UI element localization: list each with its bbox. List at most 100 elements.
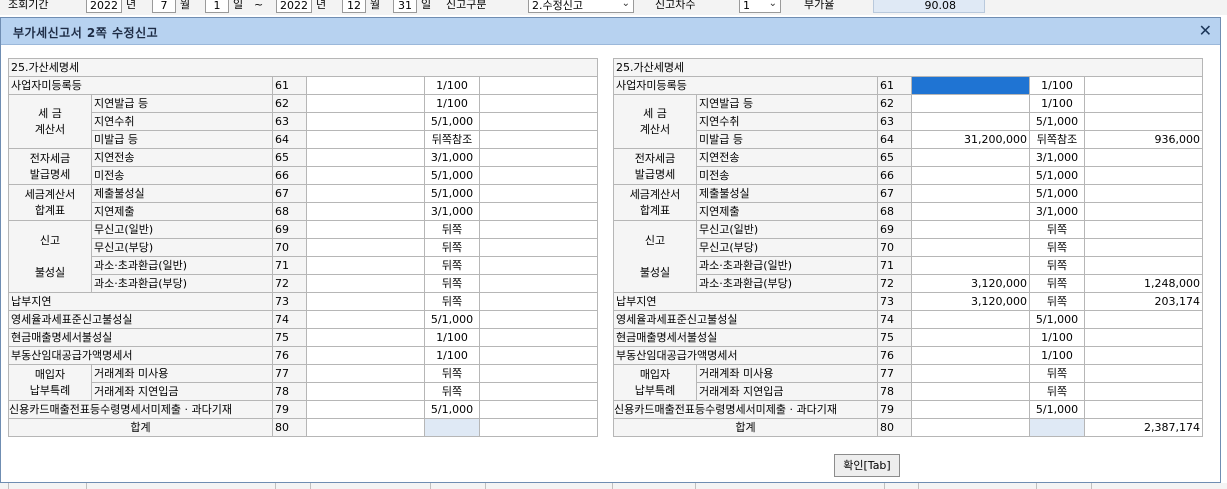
rate-cell: 3/1,000 bbox=[1029, 148, 1085, 167]
amount-cell[interactable] bbox=[306, 94, 425, 113]
rate-cell: 뒤쪽참조 bbox=[424, 130, 480, 149]
amount-cell[interactable] bbox=[306, 202, 425, 221]
to-month-input[interactable]: 12 bbox=[342, 0, 366, 13]
tax-cell[interactable] bbox=[1084, 76, 1203, 95]
amount-cell[interactable] bbox=[911, 184, 1030, 203]
amount-cell[interactable] bbox=[911, 112, 1030, 131]
tax-cell[interactable]: 936,000 bbox=[1084, 130, 1203, 149]
amount-cell[interactable] bbox=[911, 364, 1030, 383]
amount-cell-selected[interactable] bbox=[911, 76, 1030, 95]
tax-cell[interactable] bbox=[1084, 94, 1203, 113]
row-code: 74 bbox=[877, 310, 912, 329]
amount-cell[interactable] bbox=[306, 256, 425, 275]
tax-cell[interactable]: 1,248,000 bbox=[1084, 274, 1203, 293]
tax-cell[interactable] bbox=[479, 238, 598, 257]
amount-cell[interactable] bbox=[306, 130, 425, 149]
tax-cell[interactable] bbox=[1084, 310, 1203, 329]
tax-cell[interactable] bbox=[479, 364, 598, 383]
ok-button[interactable]: 확인[Tab] bbox=[834, 454, 900, 477]
amount-cell[interactable] bbox=[911, 220, 1030, 239]
from-month-input[interactable]: 7 bbox=[152, 0, 176, 13]
amount-cell[interactable] bbox=[306, 184, 425, 203]
amount-cell[interactable] bbox=[306, 274, 425, 293]
tax-cell[interactable] bbox=[479, 220, 598, 239]
amount-cell[interactable] bbox=[911, 166, 1030, 185]
amount-cell[interactable] bbox=[306, 346, 425, 365]
tax-cell[interactable] bbox=[1084, 256, 1203, 275]
total-row: 합계 80 bbox=[8, 418, 598, 437]
row-label: 지연발급 등 bbox=[696, 94, 878, 113]
report-type-select[interactable]: 2.수정신고 ⌄ bbox=[528, 0, 634, 13]
amount-cell[interactable] bbox=[911, 94, 1030, 113]
from-year-input[interactable]: 2022 bbox=[86, 0, 122, 13]
to-year-input[interactable]: 2022 bbox=[276, 0, 312, 13]
row-code: 62 bbox=[272, 94, 307, 113]
tax-cell[interactable] bbox=[479, 256, 598, 275]
amount-cell[interactable]: 3,120,000 bbox=[911, 292, 1030, 311]
tax-cell[interactable] bbox=[1084, 148, 1203, 167]
amount-cell[interactable] bbox=[911, 346, 1030, 365]
amount-cell[interactable] bbox=[306, 76, 425, 95]
tax-cell[interactable] bbox=[479, 130, 598, 149]
amount-cell[interactable] bbox=[306, 292, 425, 311]
tax-cell[interactable]: 203,174 bbox=[1084, 292, 1203, 311]
tax-cell[interactable] bbox=[479, 382, 598, 401]
tax-cell[interactable] bbox=[479, 94, 598, 113]
tax-cell[interactable] bbox=[479, 292, 598, 311]
amount-cell[interactable] bbox=[306, 310, 425, 329]
tax-cell[interactable] bbox=[1084, 364, 1203, 383]
row-code: 80 bbox=[272, 418, 307, 437]
amount-cell[interactable] bbox=[306, 238, 425, 257]
tax-cell[interactable] bbox=[1084, 328, 1203, 347]
to-day-input[interactable]: 31 bbox=[393, 0, 417, 13]
close-icon[interactable]: ✕ bbox=[1199, 21, 1212, 40]
group-label-invoice: 세 금 계산서 bbox=[8, 94, 92, 149]
amount-cell[interactable] bbox=[306, 328, 425, 347]
amount-cell[interactable] bbox=[306, 220, 425, 239]
amount-cell[interactable] bbox=[911, 238, 1030, 257]
amount-cell[interactable]: 3,120,000 bbox=[911, 274, 1030, 293]
report-seq-select[interactable]: 1 ⌄ bbox=[739, 0, 781, 13]
amount-cell[interactable] bbox=[911, 400, 1030, 419]
amount-cell[interactable] bbox=[911, 148, 1030, 167]
amount-cell[interactable] bbox=[306, 364, 425, 383]
table-row: 지연제출 68 3/1,000 bbox=[614, 202, 1203, 221]
tax-cell[interactable] bbox=[1084, 346, 1203, 365]
tax-cell[interactable] bbox=[479, 328, 598, 347]
amount-cell[interactable] bbox=[306, 382, 425, 401]
amount-cell[interactable] bbox=[306, 166, 425, 185]
tax-cell[interactable] bbox=[479, 76, 598, 95]
tax-cell[interactable] bbox=[479, 112, 598, 131]
tax-cell[interactable] bbox=[479, 166, 598, 185]
rate-cell: 1/100 bbox=[424, 328, 480, 347]
tax-cell[interactable] bbox=[1084, 400, 1203, 419]
amount-cell[interactable]: 31,200,000 bbox=[911, 130, 1030, 149]
amount-cell[interactable] bbox=[911, 382, 1030, 401]
rate-cell: 뒤쪽 bbox=[424, 364, 480, 383]
tax-cell[interactable] bbox=[1084, 382, 1203, 401]
amount-cell[interactable] bbox=[911, 328, 1030, 347]
amount-cell[interactable] bbox=[306, 148, 425, 167]
row-label: 미발급 등 bbox=[696, 130, 878, 149]
tax-cell[interactable] bbox=[1084, 220, 1203, 239]
amount-cell[interactable] bbox=[911, 310, 1030, 329]
tax-cell[interactable] bbox=[1084, 184, 1203, 203]
tax-cell[interactable] bbox=[479, 310, 598, 329]
amount-cell[interactable] bbox=[306, 400, 425, 419]
row-code: 78 bbox=[272, 382, 307, 401]
tax-cell[interactable] bbox=[479, 274, 598, 293]
amount-cell[interactable] bbox=[306, 112, 425, 131]
tax-cell[interactable] bbox=[479, 400, 598, 419]
tax-cell[interactable] bbox=[479, 184, 598, 203]
row-label: 영세율과세표준신고불성실 bbox=[8, 310, 273, 329]
tax-cell[interactable] bbox=[1084, 166, 1203, 185]
tax-cell[interactable] bbox=[479, 202, 598, 221]
tax-cell[interactable] bbox=[1084, 238, 1203, 257]
from-day-input[interactable]: 1 bbox=[205, 0, 229, 13]
amount-cell[interactable] bbox=[911, 256, 1030, 275]
tax-cell[interactable] bbox=[479, 346, 598, 365]
tax-cell[interactable] bbox=[479, 148, 598, 167]
amount-cell[interactable] bbox=[911, 202, 1030, 221]
tax-cell[interactable] bbox=[1084, 202, 1203, 221]
tax-cell[interactable] bbox=[1084, 112, 1203, 131]
